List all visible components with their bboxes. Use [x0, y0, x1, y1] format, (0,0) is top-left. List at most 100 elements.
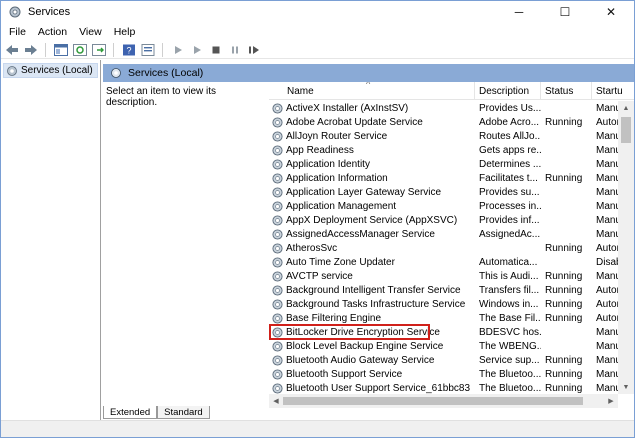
service-row[interactable]: Base Filtering Engine The Base Fil... Runn… [269, 311, 618, 325]
service-name-cell: Application Management [269, 200, 475, 213]
tree-item-services-local[interactable]: Services (Local) [3, 63, 98, 78]
properties-icon[interactable] [140, 43, 156, 57]
service-row[interactable]: Application Information Facilitates t... R… [269, 171, 618, 185]
service-row[interactable]: AVCTP service This is Audi... Running Manu [269, 269, 618, 283]
service-name-cell: Base Filtering Engine [269, 312, 475, 325]
service-description: Automatica... [479, 256, 538, 268]
service-row[interactable]: Background Tasks Infrastructure Service W… [269, 297, 618, 311]
toolbar-separator [45, 42, 46, 57]
service-description: This is Audi... [479, 270, 539, 282]
service-gear-icon [272, 340, 283, 352]
minimize-button[interactable]: ─ [496, 1, 542, 23]
service-row[interactable]: Block Level Backup Engine Service The WBE… [269, 339, 618, 353]
service-status: Running [545, 284, 583, 296]
service-gear-icon [272, 228, 283, 240]
menu-file[interactable]: File [1, 26, 32, 38]
show-hide-console-tree-icon[interactable] [53, 43, 69, 57]
service-row[interactable]: AssignedAccessManager Service AssignedAc.… [269, 227, 618, 241]
menu-bar: File Action View Help [1, 23, 634, 41]
service-name: Adobe Acrobat Update Service [286, 116, 423, 128]
details-pane: Services (Local) Select an item to view … [103, 60, 634, 421]
service-name-cell: Application Identity [269, 158, 475, 171]
services-gear-icon [7, 65, 17, 76]
service-row[interactable]: Bluetooth User Support Service_61bbc83 Th… [269, 381, 618, 395]
service-row[interactable]: Application Layer Gateway Service Provide… [269, 185, 618, 199]
service-name: AssignedAccessManager Service [286, 228, 435, 240]
service-startup-type: Manu [596, 102, 618, 114]
service-name: Block Level Backup Engine Service [286, 340, 444, 352]
service-row[interactable]: Adobe Acrobat Update Service Adobe Acro..… [269, 115, 618, 129]
service-gear-icon [272, 200, 283, 212]
service-name-cell: Background Tasks Infrastructure Service [269, 298, 475, 311]
services-gear-icon [9, 6, 21, 18]
service-startup-type: Manu [596, 326, 618, 338]
title-bar[interactable]: Services ─ ☐ ✕ [1, 1, 634, 23]
column-header-name-label: Name [287, 85, 314, 97]
service-row[interactable]: AppX Deployment Service (AppXSVC) Provide… [269, 213, 618, 227]
menu-action[interactable]: Action [32, 26, 73, 38]
service-description: Processes in... [479, 200, 541, 212]
tab-extended[interactable]: Extended [103, 406, 158, 419]
service-description: The Base Fil... [479, 312, 541, 324]
service-name: Application Layer Gateway Service [286, 186, 442, 198]
service-name-cell: ActiveX Installer (AxInstSV) [269, 102, 475, 115]
service-row[interactable]: Application Management Processes in... Man… [269, 199, 618, 213]
service-description: Determines ... [479, 158, 541, 170]
service-gear-icon [272, 144, 283, 156]
service-row[interactable]: Background Intelligent Transfer Service T… [269, 283, 618, 297]
menu-help[interactable]: Help [108, 26, 142, 38]
service-name: Bluetooth Support Service [286, 368, 403, 380]
scroll-up-icon[interactable]: ▲ [618, 101, 634, 115]
service-row[interactable]: BitLocker Drive Encryption Service BDESVC… [269, 324, 618, 340]
column-headers: ^ Name Description Status Startu [269, 82, 634, 100]
help-icon[interactable]: ? [121, 43, 137, 57]
service-name: Application Management [286, 200, 397, 212]
service-row[interactable]: AllJoyn Router Service Routes AllJo... Man… [269, 129, 618, 143]
menu-view[interactable]: View [73, 26, 108, 38]
column-header-startup-type[interactable]: Startu [592, 82, 634, 100]
refresh-icon[interactable] [72, 43, 88, 57]
horizontal-scroll-thumb[interactable] [283, 397, 583, 405]
vertical-scrollbar[interactable]: ▲ ▼ [618, 101, 634, 394]
service-row[interactable]: App Readiness Gets apps re... Manu [269, 143, 618, 157]
maximize-button[interactable]: ☐ [542, 1, 588, 23]
service-startup-type: Manu [596, 270, 618, 282]
service-row[interactable]: ActiveX Installer (AxInstSV) Provides Us.… [269, 101, 618, 115]
scroll-down-icon[interactable]: ▼ [618, 380, 634, 394]
column-header-status[interactable]: Status [541, 82, 592, 100]
tab-standard[interactable]: Standard [157, 406, 210, 419]
export-list-icon[interactable] [91, 43, 107, 57]
service-status: Running [545, 312, 583, 324]
service-name-cell: AppX Deployment Service (AppXSVC) [269, 214, 475, 227]
service-row[interactable]: Bluetooth Support Service The Bluetoo... R… [269, 367, 618, 381]
service-row[interactable]: Bluetooth Audio Gateway Service Service s… [269, 353, 618, 367]
forward-arrow-icon[interactable] [23, 43, 39, 57]
service-description: Gets apps re... [479, 144, 541, 156]
column-header-name[interactable]: ^ Name [269, 82, 475, 100]
service-status: Running [545, 172, 583, 184]
back-arrow-icon[interactable] [4, 43, 20, 57]
description-text: Select an item to view its description. [106, 86, 217, 108]
start-service-alt-icon[interactable] [189, 43, 205, 57]
service-name-cell: AllJoyn Router Service [269, 130, 475, 143]
service-name: AtherosSvc [286, 242, 338, 254]
column-header-description[interactable]: Description [475, 82, 541, 100]
service-row[interactable]: Auto Time Zone Updater Automatica... Disab [269, 255, 618, 269]
vertical-scroll-thumb[interactable] [621, 117, 631, 143]
restart-service-icon[interactable] [246, 43, 262, 57]
service-gear-icon [272, 368, 283, 380]
service-name-cell: Application Layer Gateway Service [269, 186, 475, 199]
service-startup-type: Manu [596, 228, 618, 240]
service-row[interactable]: Application Identity Determines ... Manu [269, 157, 618, 171]
stop-service-icon[interactable] [208, 43, 224, 57]
pause-service-icon[interactable] [227, 43, 243, 57]
pane-header-title: Services (Local) [128, 67, 204, 79]
column-header-description-label: Description [479, 85, 530, 97]
service-status: Running [545, 382, 583, 394]
service-name-cell: App Readiness [269, 144, 475, 157]
service-name-cell: Bluetooth Support Service [269, 368, 475, 381]
service-row[interactable]: AtherosSvc Running Auton [269, 241, 618, 255]
service-name-cell: Application Information [269, 172, 475, 185]
close-button[interactable]: ✕ [588, 1, 634, 23]
start-service-icon[interactable] [170, 43, 186, 57]
